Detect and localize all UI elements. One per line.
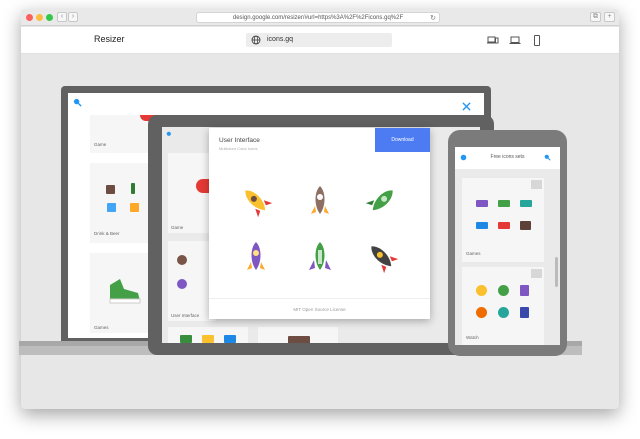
search-icon[interactable] [544, 154, 551, 161]
close-icon[interactable] [462, 102, 471, 111]
rocket-icon [245, 190, 273, 218]
rocket-icon [247, 242, 265, 270]
card-label: Drink & Beer [94, 231, 120, 236]
forward-button[interactable]: › [68, 12, 78, 22]
rocket-icon [365, 190, 393, 211]
phone-frame: Free icons sets Games Watch [448, 130, 567, 356]
card-label: User Interface [171, 313, 200, 318]
rocket-icon [309, 242, 331, 270]
card-label: Game [171, 225, 184, 230]
app-header: Resizer icons.gq [21, 27, 619, 54]
minimize-window-button[interactable] [36, 14, 43, 21]
laptop-icon[interactable] [509, 35, 521, 46]
card-watch[interactable]: Watch [462, 267, 544, 345]
arrow-button[interactable] [531, 269, 542, 278]
address-bar[interactable]: design.google.com/resizer/#url=https%3A%… [196, 12, 440, 23]
phone-icon[interactable] [531, 35, 543, 46]
dialog-title: User Interface [219, 137, 260, 144]
address-text: design.google.com/resizer/#url=https%3A%… [232, 15, 404, 21]
site-field-text: icons.gq [267, 36, 294, 43]
rocket-icon [311, 186, 329, 214]
phone-screen: Free icons sets Games Watch [455, 147, 560, 345]
back-button[interactable]: ‹ [57, 12, 67, 22]
reload-icon[interactable]: ↻ [430, 14, 436, 22]
new-tab-icon[interactable]: + [604, 12, 615, 22]
browser-chrome: ‹ › design.google.com/resizer/#url=https… [21, 9, 619, 26]
app-title: Resizer [94, 34, 125, 44]
card-row[interactable] [258, 327, 338, 343]
card-label: Games [466, 251, 481, 256]
site-field[interactable]: icons.gq [246, 33, 392, 47]
all-devices-icon[interactable] [487, 35, 499, 46]
card-label: Games [94, 325, 109, 330]
card-label: Game [94, 142, 107, 147]
zoom-window-button[interactable] [46, 14, 53, 21]
icon-set-dialog: User Interface Multiclour Color Icons Do… [209, 128, 430, 319]
scrollbar[interactable] [555, 257, 558, 287]
card-games[interactable]: Games [462, 178, 544, 262]
search-icon[interactable] [166, 131, 173, 138]
sneaker-icon [109, 279, 141, 304]
globe-icon [251, 35, 261, 45]
rocket-icon [371, 246, 399, 274]
arrow-button[interactable] [531, 180, 542, 189]
search-icon[interactable] [73, 98, 82, 107]
close-window-button[interactable] [26, 14, 33, 21]
dialog-subtitle: Multiclour Color Icons [219, 146, 258, 151]
license-footer: MIT Open Source License [209, 298, 430, 319]
card-row[interactable] [168, 327, 248, 343]
phone-header: Free icons sets [455, 147, 560, 169]
card-label: Watch [466, 335, 479, 340]
download-button[interactable]: Download [375, 128, 430, 152]
share-icon[interactable]: ⧉ [590, 12, 601, 22]
